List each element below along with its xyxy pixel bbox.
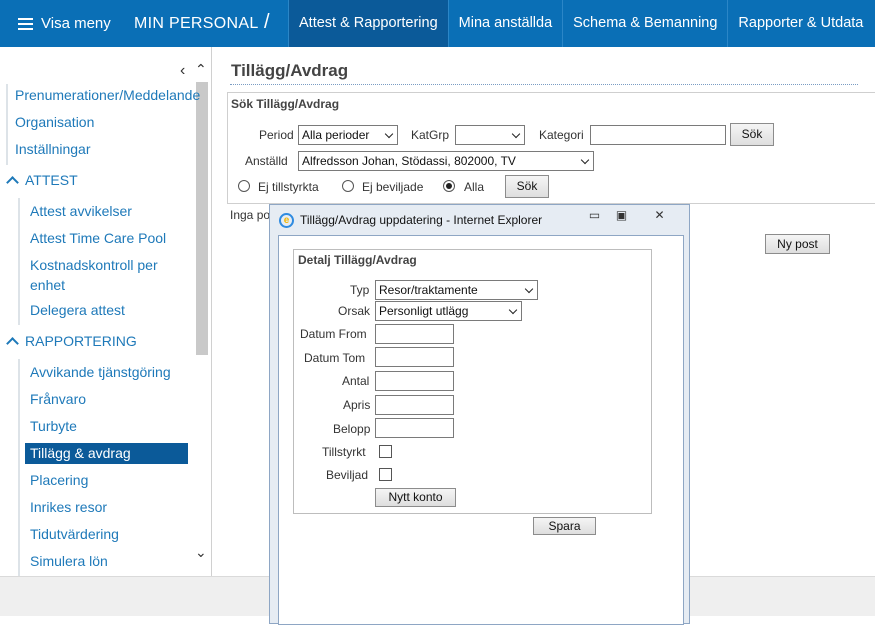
main-tabs: Attest & Rapportering Mina anställda Sch…	[288, 0, 873, 47]
breadcrumb-separator: /	[264, 11, 270, 33]
collapse-sidebar-icon[interactable]: ‹	[180, 62, 185, 80]
katgrp-label: KatGrp	[411, 128, 450, 142]
orsak-select-value: Personligt utlägg	[379, 304, 469, 318]
typ-select-value: Resor/traktamente	[379, 283, 478, 297]
no-posts-text: Inga po	[230, 208, 271, 222]
antal-label: Antal	[342, 374, 370, 388]
chevron-down-icon	[580, 155, 590, 165]
sidebar-item-kostnadskontroll-line2[interactable]: enhet	[30, 277, 65, 293]
new-account-button[interactable]: Nytt konto	[375, 488, 456, 507]
sidebar-item-simulera-lon[interactable]: Simulera lön	[30, 553, 108, 569]
sidebar-item-turbyte[interactable]: Turbyte	[30, 418, 77, 434]
sidebar-section-attest[interactable]: ATTEST	[6, 172, 78, 189]
kategori-label: Kategori	[539, 128, 584, 142]
apris-input[interactable]	[375, 395, 454, 415]
datum-from-label: Datum From	[300, 327, 367, 341]
tillstyrkt-label: Tillstyrkt	[322, 445, 366, 459]
datum-tom-label: Datum Tom	[304, 351, 366, 365]
belopp-label: Belopp	[333, 422, 371, 436]
chevron-down-icon	[524, 284, 534, 294]
typ-select[interactable]: Resor/traktamente	[375, 280, 538, 300]
sidebar-item-placering[interactable]: Placering	[30, 472, 88, 488]
maximize-icon[interactable]: ▣	[609, 207, 634, 223]
chevron-down-icon	[384, 129, 394, 139]
hamburger-icon	[18, 17, 33, 30]
radio-ej-beviljade-label: Ej beviljade	[362, 180, 424, 194]
section-label: ATTEST	[25, 172, 78, 188]
radio-ej-tillstyrkta-label: Ej tillstyrkta	[258, 180, 319, 194]
radio-alla[interactable]	[443, 180, 455, 192]
show-menu-label: Visa meny	[41, 15, 111, 32]
sidebar-item-franvaro[interactable]: Frånvaro	[30, 391, 86, 407]
tillstyrkt-checkbox[interactable]	[379, 445, 392, 458]
chevron-up-icon	[6, 336, 19, 350]
top-navigation-bar: Visa meny MIN PERSONAL / Attest & Rappor…	[0, 0, 875, 47]
beviljad-label: Beviljad	[326, 468, 369, 482]
radio-ej-beviljade[interactable]	[342, 180, 354, 192]
period-select[interactable]: Alla perioder	[298, 125, 398, 145]
minimize-icon[interactable]: ▭	[582, 207, 607, 223]
sidebar-item-tillagg-avdrag[interactable]: Tillägg & avdrag	[25, 443, 188, 464]
katgrp-select[interactable]	[455, 125, 525, 145]
sidebar-item-delegera-attest[interactable]: Delegera attest	[30, 302, 125, 318]
radio-alla-label: Alla	[464, 180, 485, 194]
detail-legend: Detalj Tillägg/Avdrag	[298, 253, 417, 267]
period-select-value: Alla perioder	[302, 128, 370, 142]
datum-from-input[interactable]	[375, 324, 454, 344]
chevron-up-icon	[6, 175, 19, 189]
title-divider	[230, 84, 858, 85]
kategori-input[interactable]	[590, 125, 726, 145]
apris-label: Apris	[343, 398, 371, 412]
search-button-bottom[interactable]: Sök	[505, 175, 549, 198]
radio-ej-tillstyrkta[interactable]	[238, 180, 250, 192]
sidebar-item-tidutvardering[interactable]: Tidutvärdering	[30, 526, 119, 542]
anstalld-select-value: Alfredsson Johan, Stödassi, 802000, TV	[302, 154, 516, 168]
sidebar-indent-line	[6, 84, 8, 165]
anstalld-label: Anställd	[245, 154, 288, 168]
sidebar-indent-line	[18, 359, 20, 576]
tab-mina-anstallda[interactable]: Mina anställda	[447, 0, 563, 47]
search-button-top[interactable]: Sök	[730, 123, 774, 146]
tab-rapporter-utdata[interactable]: Rapporter & Utdata	[727, 0, 873, 47]
sidebar-item-attest-avvikelser[interactable]: Attest avvikelser	[30, 203, 132, 219]
popup-window-title: Tillägg/Avdrag uppdatering - Internet Ex…	[300, 213, 543, 227]
sidebar: ‹ ⌃ ⌄ Prenumerationer/Meddelande Organis…	[0, 47, 212, 576]
scroll-up-icon[interactable]: ⌃	[195, 61, 207, 78]
sidebar-item-installningar[interactable]: Inställningar	[15, 141, 91, 157]
sidebar-item-avvikande-tjanstgoring[interactable]: Avvikande tjänstgöring	[30, 364, 171, 380]
chevron-down-icon	[511, 129, 521, 139]
sidebar-item-attest-time-care-pool[interactable]: Attest Time Care Pool	[30, 230, 166, 246]
orsak-select[interactable]: Personligt utlägg	[375, 301, 522, 321]
search-legend: Sök Tillägg/Avdrag	[231, 97, 340, 111]
sidebar-scrollbar-thumb[interactable]	[196, 82, 208, 355]
app-title[interactable]: MIN PERSONAL	[134, 0, 259, 47]
sidebar-indent-line	[18, 198, 20, 325]
page-title: Tillägg/Avdrag	[231, 61, 349, 80]
close-icon[interactable]: ✕	[647, 207, 672, 223]
save-button[interactable]: Spara	[533, 517, 596, 535]
sidebar-section-rapportering[interactable]: RAPPORTERING	[6, 333, 137, 350]
anstalld-select[interactable]: Alfredsson Johan, Stödassi, 802000, TV	[298, 151, 594, 171]
period-label: Period	[259, 128, 294, 142]
belopp-input[interactable]	[375, 418, 454, 438]
scroll-down-icon[interactable]: ⌄	[195, 544, 207, 561]
section-label: RAPPORTERING	[25, 333, 137, 349]
tab-attest-rapportering[interactable]: Attest & Rapportering	[288, 0, 448, 47]
typ-label: Typ	[350, 283, 370, 297]
sidebar-item-kostnadskontroll[interactable]: Kostnadskontroll per	[30, 257, 158, 273]
show-menu-button[interactable]: Visa meny	[18, 0, 111, 47]
orsak-label: Orsak	[338, 304, 371, 318]
sidebar-item-prenumerationer[interactable]: Prenumerationer/Meddelande	[15, 87, 200, 103]
internet-explorer-icon: e	[279, 213, 294, 228]
datum-tom-input[interactable]	[375, 347, 454, 367]
antal-input[interactable]	[375, 371, 454, 391]
beviljad-checkbox[interactable]	[379, 468, 392, 481]
tab-schema-bemanning[interactable]: Schema & Bemanning	[562, 0, 727, 47]
chevron-down-icon	[508, 305, 518, 315]
sidebar-item-inrikes-resor[interactable]: Inrikes resor	[30, 499, 107, 515]
new-post-button[interactable]: Ny post	[765, 234, 830, 254]
sidebar-item-organisation[interactable]: Organisation	[15, 114, 94, 130]
